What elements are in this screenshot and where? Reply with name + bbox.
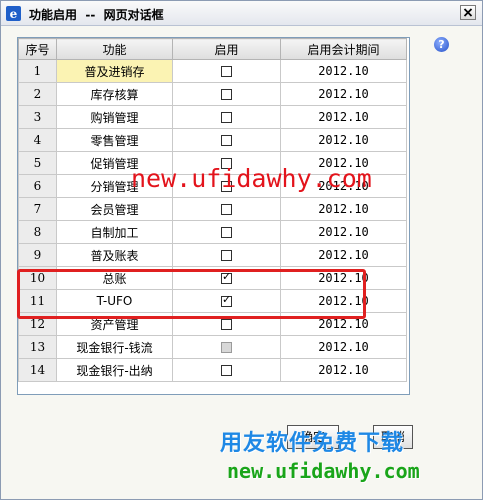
title-bar: e 功能启用 -- 网页对话框 [1, 1, 482, 26]
table-row[interactable]: 12 资产管理 2012.10 [18, 312, 407, 336]
table-body: 1 普及进销存 2012.10 2 库存核算 2012.10 3 购销管理 2012.10 4 零售… [18, 59, 407, 382]
enable-checkbox[interactable] [221, 66, 232, 77]
enable-checkbox[interactable] [221, 135, 232, 146]
row-index: 14 [18, 358, 57, 382]
row-period[interactable]: 2012.10 [280, 82, 407, 106]
watermark-brand-text: 用友软件免费下载 [220, 431, 405, 456]
row-index: 13 [18, 335, 57, 359]
header-function[interactable]: 功能 [56, 38, 173, 60]
row-period[interactable]: 2012.10 [280, 59, 407, 83]
row-index: 6 [18, 174, 57, 198]
window-title: 功能启用 -- 网页对话框 [29, 8, 164, 22]
table-row[interactable]: 3 购销管理 2012.10 [18, 105, 407, 129]
row-index: 9 [18, 243, 57, 267]
row-function: 零售管理 [56, 128, 173, 152]
enable-checkbox[interactable] [221, 204, 232, 215]
row-period[interactable]: 2012.10 [280, 128, 407, 152]
row-index: 2 [18, 82, 57, 106]
row-function: 自制加工 [56, 220, 173, 244]
enable-checkbox[interactable] [221, 227, 232, 238]
enable-checkbox[interactable]: ✓ [221, 270, 232, 284]
table-row[interactable]: 11 T-UFO ✓ 2012.10 [18, 289, 407, 313]
enable-checkbox[interactable] [221, 319, 232, 330]
table-row[interactable]: 4 零售管理 2012.10 [18, 128, 407, 152]
dialog-window: e 功能启用 -- 网页对话框 ? 序号 功能 启用 启用会计期间 1 普及进销… [0, 0, 483, 500]
row-function: 现金银行-出纳 [56, 358, 173, 382]
row-period[interactable]: 2012.10 [280, 289, 407, 313]
header-index[interactable]: 序号 [18, 38, 57, 60]
row-enable-cell: ✓ [172, 289, 281, 313]
check-icon: ✓ [222, 293, 232, 306]
row-enable-cell [172, 59, 281, 83]
table-row[interactable]: 2 库存核算 2012.10 [18, 82, 407, 106]
enable-checkbox[interactable] [221, 250, 232, 261]
close-icon [463, 8, 473, 17]
row-index: 3 [18, 105, 57, 129]
row-function: 普及账表 [56, 243, 173, 267]
row-period[interactable]: 2012.10 [280, 197, 407, 221]
row-enable-cell [172, 335, 281, 359]
enable-checkbox[interactable] [221, 365, 232, 376]
table-row[interactable]: 10 总账 ✓ 2012.10 [18, 266, 407, 290]
row-index: 11 [18, 289, 57, 313]
row-index: 10 [18, 266, 57, 290]
table-row[interactable]: 9 普及账表 2012.10 [18, 243, 407, 267]
row-enable-cell [172, 358, 281, 382]
enable-checkbox[interactable] [221, 112, 232, 123]
function-table: 序号 功能 启用 启用会计期间 1 普及进销存 2012.10 2 库存核算 2012.1… [18, 38, 407, 382]
row-function: 购销管理 [56, 105, 173, 129]
help-icon[interactable]: ? [434, 37, 449, 52]
enable-checkbox[interactable] [221, 89, 232, 100]
row-index: 7 [18, 197, 57, 221]
row-function: 会员管理 [56, 197, 173, 221]
watermark-url-overlay: new.ufidawhy.com [131, 164, 372, 193]
row-function: 总账 [56, 266, 173, 290]
enable-checkbox[interactable]: ✓ [221, 293, 232, 307]
watermark-brand-url: new.ufidawhy.com [227, 459, 420, 483]
row-function: 现金银行-钱流 [56, 335, 173, 359]
row-index: 1 [18, 59, 57, 83]
table-row[interactable]: 14 现金银行-出纳 2012.10 [18, 358, 407, 382]
table-header-row: 序号 功能 启用 启用会计期间 [18, 38, 407, 60]
row-function: 库存核算 [56, 82, 173, 106]
row-function: 资产管理 [56, 312, 173, 336]
row-period[interactable]: 2012.10 [280, 358, 407, 382]
row-enable-cell [172, 105, 281, 129]
enable-checkbox [221, 342, 232, 353]
row-enable-cell [172, 128, 281, 152]
row-enable-cell [172, 82, 281, 106]
row-enable-cell [172, 312, 281, 336]
row-index: 8 [18, 220, 57, 244]
svg-text:e: e [10, 7, 18, 21]
row-enable-cell: ✓ [172, 266, 281, 290]
function-grid: 序号 功能 启用 启用会计期间 1 普及进销存 2012.10 2 库存核算 2012.1… [17, 37, 410, 395]
table-row[interactable]: 7 会员管理 2012.10 [18, 197, 407, 221]
row-enable-cell [172, 197, 281, 221]
header-period[interactable]: 启用会计期间 [280, 38, 407, 60]
header-enable[interactable]: 启用 [172, 38, 281, 60]
row-function: T-UFO [56, 289, 173, 313]
row-period[interactable]: 2012.10 [280, 335, 407, 359]
table-row[interactable]: 13 现金银行-钱流 2012.10 [18, 335, 407, 359]
row-index: 4 [18, 128, 57, 152]
close-button[interactable] [460, 5, 476, 20]
row-enable-cell [172, 220, 281, 244]
ie-icon: e [6, 6, 21, 21]
row-index: 5 [18, 151, 57, 175]
row-function: 普及进销存 [56, 59, 173, 83]
row-period[interactable]: 2012.10 [280, 220, 407, 244]
row-period[interactable]: 2012.10 [280, 266, 407, 290]
row-period[interactable]: 2012.10 [280, 312, 407, 336]
row-period[interactable]: 2012.10 [280, 105, 407, 129]
table-row[interactable]: 1 普及进销存 2012.10 [18, 59, 407, 83]
row-period[interactable]: 2012.10 [280, 243, 407, 267]
table-row[interactable]: 8 自制加工 2012.10 [18, 220, 407, 244]
row-index: 12 [18, 312, 57, 336]
row-enable-cell [172, 243, 281, 267]
check-icon: ✓ [222, 270, 232, 283]
